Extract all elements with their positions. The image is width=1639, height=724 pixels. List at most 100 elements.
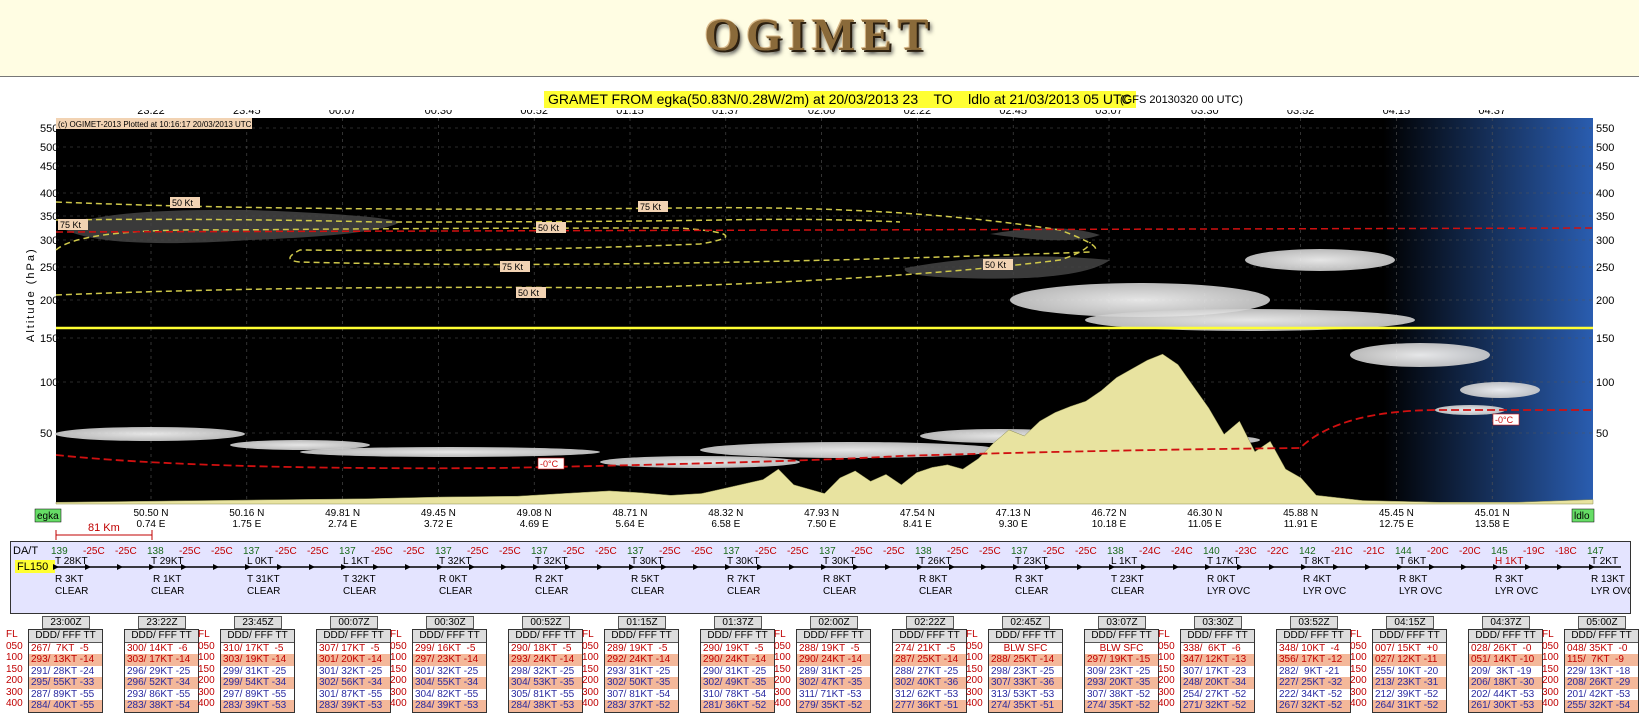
fl-level-label: 100 xyxy=(966,652,983,663)
time-tick-label: 01:15 xyxy=(616,110,644,117)
station-table-row: 206/ 18KT -30 xyxy=(1469,677,1542,689)
fl-level-column: FL 050 100 150 200 300 400 xyxy=(390,629,407,710)
station-wind-table: DDD/ FFF TT 048/ 35KT -0 115/ 7KT -9 229/ 1… xyxy=(1564,629,1639,713)
y-tick-label-right: 350 xyxy=(1596,211,1614,223)
station-table-row: 264/ 31KT -52 xyxy=(1373,700,1446,712)
station-table-row: 338/ 6KT -6 xyxy=(1181,642,1254,654)
panel-temp-value: -22C xyxy=(1267,546,1289,557)
fl-level-label: 400 xyxy=(774,698,791,709)
fl-level-label: 400 xyxy=(582,698,599,709)
position-lon-label: 7.50 E xyxy=(807,519,836,530)
fl-level-label: 300 xyxy=(390,686,407,698)
fl-level-column: FL 050 100 150 200 300 400 xyxy=(966,629,983,710)
fl-level-label: FL xyxy=(774,629,786,640)
time-tick-label: 04:15 xyxy=(1383,110,1411,117)
station-table-row: 288/ 27KT -25 xyxy=(893,665,966,677)
station-time: 03:07Z xyxy=(1098,616,1146,629)
station-table-row: 298/ 32KT -25 xyxy=(509,665,582,677)
fl-level-label: 400 xyxy=(6,698,23,709)
y-tick-label-right: 250 xyxy=(1596,262,1614,274)
station-time: 02:00Z xyxy=(810,616,858,629)
fl-level-label: 050 xyxy=(966,640,983,652)
position-lon-label: 1.75 E xyxy=(232,519,261,530)
station-table-row: 293/ 86KT -55 xyxy=(125,688,198,700)
route-arrow-icon xyxy=(1173,564,1179,570)
y-axis-label: Altitude (hPa) xyxy=(25,247,37,342)
station-table-row: BLW SFC xyxy=(1085,642,1158,654)
route-arrow-icon xyxy=(885,564,891,570)
fl-tag-label: FL150 xyxy=(17,561,48,573)
fl-level-label: 050 xyxy=(6,640,23,652)
route-summary-graphic: DA/TFL150139 -25C -25C 138 -25C -25C 137 -25C -2… xyxy=(13,545,1634,597)
time-tick-label: 03:52 xyxy=(1287,110,1315,117)
panel-temp-value: -21C xyxy=(1331,546,1353,557)
panel-leg-bottom: LYR OVC xyxy=(1591,586,1630,597)
panel-temp-value: -24C xyxy=(1139,546,1161,557)
station-table-row: 283/ 38KT -54 xyxy=(125,700,198,712)
panel-leg-mid: R 3KT xyxy=(1495,574,1523,585)
panel-leg-mid: R 8KT xyxy=(919,574,947,585)
position-lat-label: 50.16 N xyxy=(229,508,264,519)
route-arrow-icon xyxy=(1557,564,1563,570)
route-arrow-icon xyxy=(981,564,987,570)
y-tick-label: 550 xyxy=(40,123,58,135)
position-lat-label: 49.81 N xyxy=(325,508,360,519)
route-arrow-icon xyxy=(1269,564,1275,570)
header-banner: OGIMET xyxy=(0,0,1639,77)
fl-level-label: FL xyxy=(966,629,978,640)
y-tick-label: 100 xyxy=(40,377,58,389)
panel-temp-value: -21C xyxy=(1363,546,1385,557)
time-tick-label: 00:52 xyxy=(520,110,548,117)
cloud-layer xyxy=(55,427,245,441)
panel-leg-bottom: CLEAR xyxy=(919,586,952,597)
station-time: 03:30Z xyxy=(1194,616,1242,629)
station-table-row: 283/ 39KT -53 xyxy=(221,700,294,712)
position-lon-label: 13.58 E xyxy=(1475,519,1510,530)
fl-level-label: 150 xyxy=(1542,663,1559,675)
fl-level-label: 300 xyxy=(774,686,791,698)
station-time: 23:00Z xyxy=(42,616,90,629)
station-time: 04:37Z xyxy=(1482,616,1530,629)
time-tick-label: 02:22 xyxy=(904,110,932,117)
plot-area: 550 550 500 500 450 450 400 400 350 350 300 300 250 2… xyxy=(25,110,1614,540)
panel-leg-top: T 32KT xyxy=(439,556,472,567)
panel-leg-top: H 1KT xyxy=(1495,556,1523,567)
route-arrow-icon xyxy=(117,564,123,570)
y-tick-label-right: 450 xyxy=(1596,161,1614,173)
station-table-row: 277/ 36KT -51 xyxy=(893,700,966,712)
time-tick-label: 03:07 xyxy=(1095,110,1123,117)
station-table-row: 301/ 32KT -25 xyxy=(317,665,390,677)
fl-level-column: FL 050 100 150 200 300 400 xyxy=(1158,629,1175,710)
station-table-row: 302/ 49KT -35 xyxy=(701,677,774,689)
panel-temp-value: -25C xyxy=(691,546,713,557)
station-table-row: 213/ 23KT -31 xyxy=(1373,677,1446,689)
position-lat-label: 49.08 N xyxy=(517,508,552,519)
panel-temp-value: -25C xyxy=(979,546,1001,557)
cloud-layer xyxy=(1350,343,1490,367)
panel-leg-mid: R 5KT xyxy=(631,574,659,585)
position-lat-label: 48.71 N xyxy=(612,508,647,519)
station-table-row: 307/ 33KT -36 xyxy=(989,677,1062,689)
station-table-row: 274/ 35KT -52 xyxy=(1085,700,1158,712)
fl-level-label: FL xyxy=(390,629,402,640)
route-arrow-icon xyxy=(277,564,283,570)
station-table-row: 202/ 44KT -53 xyxy=(1469,688,1542,700)
panel-leg-top: L 1KT xyxy=(343,556,369,567)
panel-leg-bottom: CLEAR xyxy=(151,586,184,597)
route-arrow-icon xyxy=(597,564,603,570)
station-wind-table: DDD/ FFF TT 028/ 26KT -0 051/ 14KT -10 209/… xyxy=(1468,629,1543,713)
fl-level-label: 300 xyxy=(582,686,599,698)
station-table-row: 288/ 25KT -14 xyxy=(989,654,1062,666)
station-table-row: 284/ 38KT -53 xyxy=(509,700,582,712)
station-table-row: 312/ 62KT -53 xyxy=(893,688,966,700)
panel-temp-value: -25C xyxy=(275,546,297,557)
station-table-row: 222/ 34KT -52 xyxy=(1277,688,1350,700)
station-table-row: 299/ 31KT -25 xyxy=(221,665,294,677)
scale-bar-label: 81 Km xyxy=(88,522,120,534)
fl-level-label: 150 xyxy=(390,663,407,675)
station-time: 23:22Z xyxy=(138,616,186,629)
daylight-shading xyxy=(1383,118,1593,504)
station-time: 01:37Z xyxy=(714,616,762,629)
station-table-row: 281/ 36KT -52 xyxy=(701,700,774,712)
station-table-header: DDD/ FFF TT xyxy=(1085,630,1158,643)
